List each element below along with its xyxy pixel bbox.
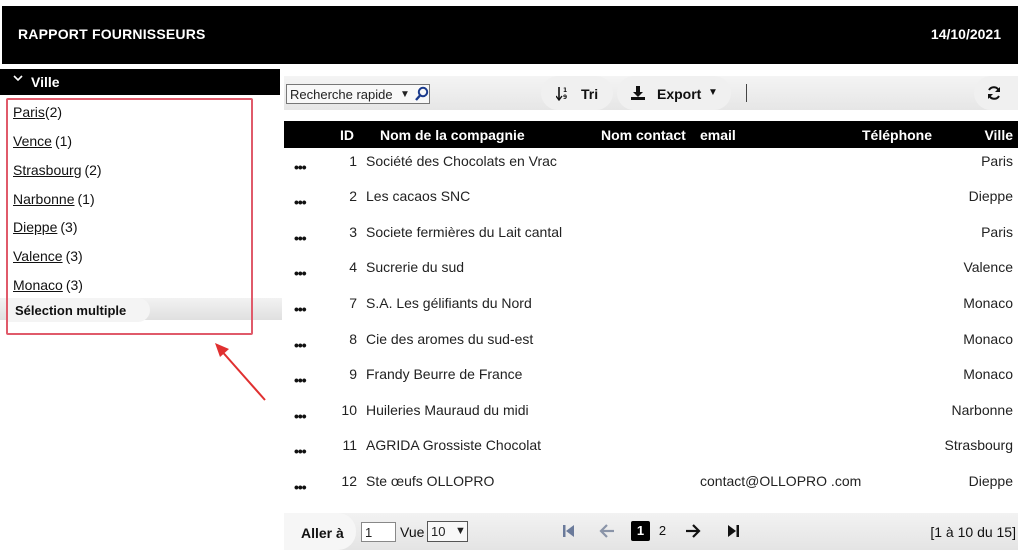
- goto-label: Aller à: [301, 525, 344, 541]
- export-button[interactable]: Export ▼: [617, 76, 731, 110]
- cell-city: Strasbourg: [944, 437, 1013, 453]
- last-page-icon[interactable]: [726, 522, 740, 540]
- cell-email: contact@OLLOPRO .com: [700, 473, 862, 489]
- page-size-select[interactable]: 10 ▼: [427, 521, 468, 542]
- cell-city: Monaco: [963, 366, 1013, 382]
- cell-city: Dieppe: [968, 188, 1013, 204]
- col-header-contact[interactable]: Nom contact: [601, 127, 686, 143]
- row-menu-icon[interactable]: •••: [294, 408, 307, 424]
- row-menu-icon[interactable]: •••: [294, 301, 307, 317]
- refresh-button[interactable]: [974, 76, 1018, 110]
- cell-id: 3: [349, 224, 357, 240]
- first-page-icon[interactable]: [562, 522, 576, 540]
- cell-id: 11: [342, 437, 357, 453]
- report-title: RAPPORT FOURNISSEURS: [18, 26, 206, 42]
- goto-page-input[interactable]: 1: [361, 522, 396, 542]
- cell-city: Monaco: [963, 331, 1013, 347]
- table-header: ID Nom de la compagnie Nom contact email…: [284, 121, 1018, 148]
- view-label: Vue: [400, 524, 425, 540]
- table-row[interactable]: ••• 9 Frandy Beurre de France Monaco: [284, 366, 1018, 396]
- table-row[interactable]: ••• 3 Societe fermières du Lait cantal P…: [284, 224, 1018, 254]
- export-label: Export: [657, 86, 702, 102]
- sort-icon: 19: [556, 87, 567, 101]
- report-header: RAPPORT FOURNISSEURS 14/10/2021: [2, 6, 1018, 64]
- cell-id: 12: [341, 473, 357, 489]
- col-header-city[interactable]: Ville: [984, 127, 1013, 143]
- table-row[interactable]: ••• 1 Société des Chocolats en Vrac Pari…: [284, 153, 1018, 183]
- row-menu-icon[interactable]: •••: [294, 443, 307, 459]
- svg-text:9: 9: [563, 94, 567, 101]
- cell-company: S.A. Les gélifiants du Nord: [366, 295, 532, 311]
- row-menu-icon[interactable]: •••: [294, 230, 307, 246]
- row-menu-icon[interactable]: •••: [294, 337, 307, 353]
- row-menu-icon[interactable]: •••: [294, 372, 307, 388]
- cell-company: Société des Chocolats en Vrac: [366, 153, 557, 169]
- cell-company: Ste œufs OLLOPRO: [366, 473, 495, 489]
- cell-city: Narbonne: [951, 402, 1014, 418]
- cell-company: Sucrerie du sud: [366, 259, 465, 275]
- cell-id: 4: [349, 259, 357, 275]
- svg-text:1: 1: [563, 87, 567, 94]
- refresh-icon: [988, 86, 1000, 100]
- facet-header-ville[interactable]: Ville: [0, 69, 280, 95]
- facet-title: Ville: [31, 74, 60, 90]
- table-row[interactable]: ••• 4 Sucrerie du sud Valence: [284, 259, 1018, 289]
- row-menu-icon[interactable]: •••: [294, 479, 307, 495]
- sort-button[interactable]: 19 Tri: [541, 76, 613, 110]
- table-row[interactable]: ••• 7 S.A. Les gélifiants du Nord Monaco: [284, 295, 1018, 325]
- cell-company: Societe fermières du Lait cantal: [366, 224, 563, 240]
- report-date: 14/10/2021: [930, 26, 1001, 42]
- cell-city: Dieppe: [968, 473, 1013, 489]
- cell-id: 2: [349, 188, 357, 204]
- cell-id: 7: [349, 295, 357, 311]
- caret-down-icon: ▼: [400, 89, 410, 100]
- table-row[interactable]: ••• 10 Huileries Mauraud du midi Narbonn…: [284, 402, 1018, 432]
- download-icon: [631, 86, 645, 100]
- page-size-value: 10: [431, 524, 446, 539]
- next-page-icon[interactable]: [684, 522, 702, 540]
- record-range: [1 à 10 du 15]: [930, 524, 1016, 540]
- goto-page-button[interactable]: Aller à: [284, 513, 356, 550]
- cell-company: Les cacaos SNC: [366, 188, 471, 204]
- caret-down-icon: ▼: [455, 525, 466, 537]
- col-header-id[interactable]: ID: [340, 127, 354, 143]
- table-row[interactable]: ••• 8 Cie des aromes du sud-est Monaco: [284, 331, 1018, 361]
- cell-id: 9: [349, 366, 357, 382]
- chevron-down-icon: [12, 72, 24, 87]
- cell-company: Frandy Beurre de France: [366, 366, 523, 382]
- col-header-company[interactable]: Nom de la compagnie: [380, 127, 525, 143]
- previous-page-icon[interactable]: [598, 522, 616, 540]
- search-icon[interactable]: [414, 86, 429, 105]
- page-number-current[interactable]: 1: [631, 521, 650, 541]
- table-row[interactable]: ••• 11 AGRIDA Grossiste Chocolat Strasbo…: [284, 437, 1018, 467]
- row-menu-icon[interactable]: •••: [294, 194, 307, 210]
- cell-id: 8: [349, 331, 357, 347]
- cell-id: 10: [341, 402, 357, 418]
- row-menu-icon[interactable]: •••: [294, 159, 307, 175]
- quick-search-select[interactable]: Recherche rapide ▼: [286, 84, 430, 104]
- quick-search-value: Recherche rapide: [290, 87, 393, 102]
- row-menu-icon[interactable]: •••: [294, 265, 307, 281]
- col-header-email[interactable]: email: [700, 127, 736, 143]
- cell-company: AGRIDA Grossiste Chocolat: [366, 437, 542, 453]
- table-row[interactable]: ••• 2 Les cacaos SNC Dieppe: [284, 188, 1018, 218]
- cell-city: Monaco: [963, 295, 1013, 311]
- highlight-box: [6, 98, 253, 335]
- cell-city: Valence: [963, 259, 1013, 275]
- table-row[interactable]: ••• 12 Ste œufs OLLOPRO contact@OLLOPRO …: [284, 473, 1018, 503]
- page-number[interactable]: 2: [653, 521, 672, 541]
- col-header-phone[interactable]: Téléphone: [862, 127, 932, 143]
- sort-label: Tri: [581, 86, 599, 102]
- toolbar-divider: [746, 84, 747, 102]
- cell-company: Huileries Mauraud du midi: [366, 402, 529, 418]
- annotation-arrow-icon: [215, 343, 266, 401]
- cell-id: 1: [349, 153, 357, 169]
- cell-company: Cie des aromes du sud-est: [366, 331, 534, 347]
- caret-down-icon: ▼: [708, 87, 718, 98]
- cell-city: Paris: [981, 224, 1013, 240]
- cell-city: Paris: [981, 153, 1013, 169]
